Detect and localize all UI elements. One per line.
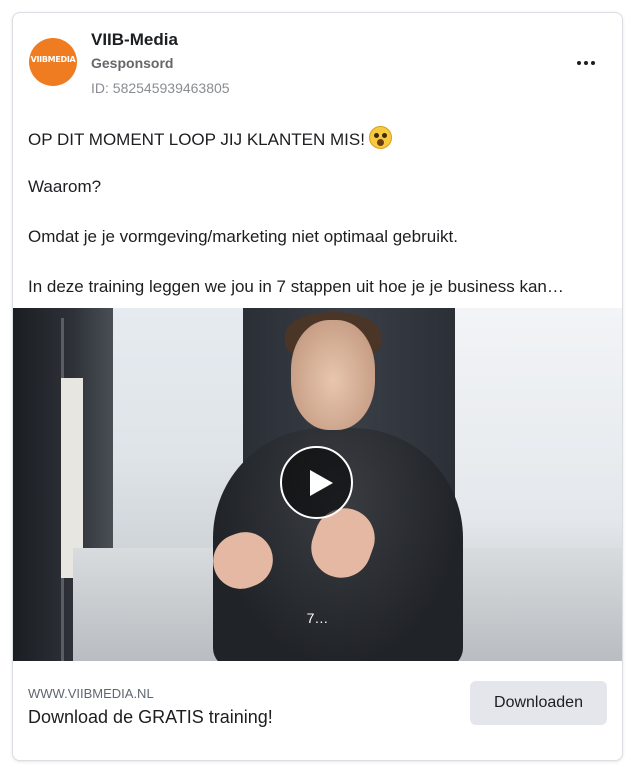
body-line-3: Omdat je je vormgeving/marketing niet op… bbox=[28, 227, 458, 246]
body-line-2: Waarom? bbox=[28, 177, 102, 196]
page-name[interactable]: VIIB-Media bbox=[91, 30, 178, 50]
sponsored-label: Gesponsord bbox=[91, 55, 174, 71]
link-domain: WWW.VIIBMEDIA.NL bbox=[28, 686, 154, 701]
link-headline: Download de GRATIS training! bbox=[28, 707, 273, 727]
presenter-head bbox=[291, 320, 375, 430]
more-options-icon[interactable] bbox=[574, 51, 598, 75]
page-avatar[interactable]: VIIBMEDIA bbox=[29, 38, 77, 86]
body-text: OP DIT MOMENT LOOP JIJ KLANTEN MIS! bbox=[28, 130, 365, 149]
ad-card: VIIBMEDIA VIIB-Media Gesponsord ID: 5825… bbox=[12, 12, 623, 761]
play-button[interactable] bbox=[280, 446, 353, 519]
ad-id: ID: 582545939463805 bbox=[91, 80, 230, 96]
ad-video[interactable]: 7… bbox=[13, 308, 622, 661]
avatar-logo-text: VIIBMEDIA bbox=[30, 55, 76, 64]
ad-footer[interactable]: WWW.VIIBMEDIA.NL Download de GRATIS trai… bbox=[13, 661, 622, 760]
download-button[interactable]: Downloaden bbox=[470, 681, 607, 725]
scream-emoji-icon bbox=[368, 126, 392, 149]
body-line-1: OP DIT MOMENT LOOP JIJ KLANTEN MIS! bbox=[28, 126, 607, 150]
play-icon bbox=[310, 470, 333, 496]
video-caption: 7… bbox=[306, 610, 329, 626]
body-line-4: In deze training leggen we jou in 7 stap… bbox=[28, 277, 564, 296]
